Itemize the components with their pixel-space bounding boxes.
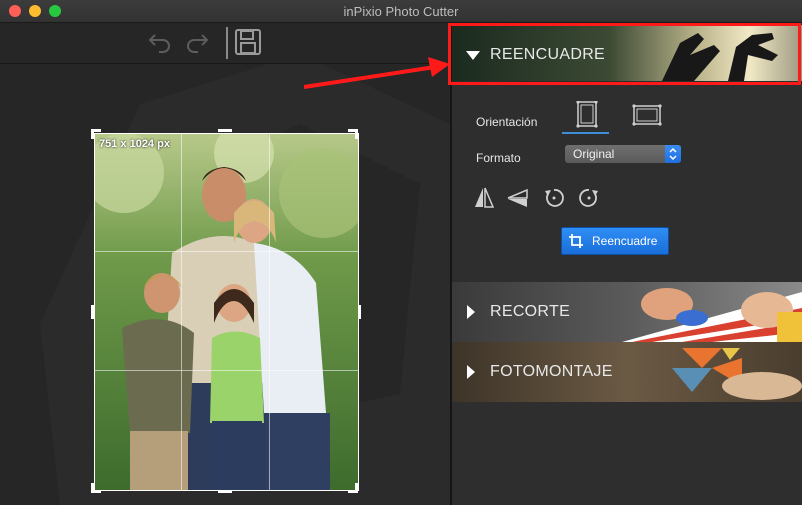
crop-handle-left[interactable] bbox=[91, 305, 94, 319]
reencuadre-apply-button[interactable]: Reencuadre bbox=[561, 227, 669, 255]
crop-handle-right[interactable] bbox=[358, 305, 361, 319]
highlight-box bbox=[448, 23, 801, 85]
fotomontaje-title: FOTOMONTAJE bbox=[490, 363, 613, 380]
image-size-label: 751 x 1024 px bbox=[99, 138, 170, 150]
window-title: inPixio Photo Cutter bbox=[343, 4, 459, 19]
orientation-selected-indicator bbox=[562, 132, 609, 134]
crop-handle-top-right-v[interactable] bbox=[355, 129, 358, 139]
crop-handle-top[interactable] bbox=[218, 129, 232, 132]
crop-handle-top-left-v[interactable] bbox=[91, 129, 94, 139]
reencuadre-apply-label: Reencuadre bbox=[592, 234, 658, 248]
orientation-label: Orientación bbox=[476, 115, 538, 129]
recorte-header[interactable]: RECORTE bbox=[452, 282, 802, 342]
expand-arrow-icon bbox=[467, 365, 475, 379]
format-select[interactable]: Original bbox=[565, 145, 681, 163]
save-icon[interactable] bbox=[233, 27, 263, 57]
crop-handle-bottom[interactable] bbox=[218, 490, 232, 493]
tools-panel: REENCUADRE Orientación Formato Original … bbox=[452, 23, 802, 505]
landscape-orientation-icon[interactable] bbox=[632, 103, 662, 129]
crop-frame[interactable] bbox=[94, 133, 359, 491]
rotate-right-icon[interactable] bbox=[577, 186, 601, 210]
toolbar-separator bbox=[226, 27, 228, 59]
fotomontaje-header[interactable]: FOTOMONTAJE bbox=[452, 342, 802, 402]
window-titlebar: inPixio Photo Cutter bbox=[0, 0, 802, 23]
crop-icon bbox=[568, 233, 584, 249]
format-label: Formato bbox=[476, 151, 521, 165]
portrait-orientation-icon[interactable] bbox=[572, 100, 602, 128]
flip-vertical-icon[interactable] bbox=[506, 186, 530, 210]
format-select-value: Original bbox=[573, 147, 615, 161]
chevron-updown-icon bbox=[665, 145, 681, 163]
expand-arrow-icon bbox=[467, 305, 475, 319]
rotate-left-icon[interactable] bbox=[542, 186, 566, 210]
flip-horizontal-icon[interactable] bbox=[472, 186, 496, 210]
crop-handle-bottom-right-v[interactable] bbox=[355, 483, 358, 493]
annotation-arrow bbox=[303, 57, 450, 89]
recorte-title: RECORTE bbox=[490, 303, 571, 320]
redo-icon[interactable] bbox=[182, 27, 212, 57]
undo-icon[interactable] bbox=[145, 27, 175, 57]
crop-handle-bottom-left-v[interactable] bbox=[91, 483, 94, 493]
